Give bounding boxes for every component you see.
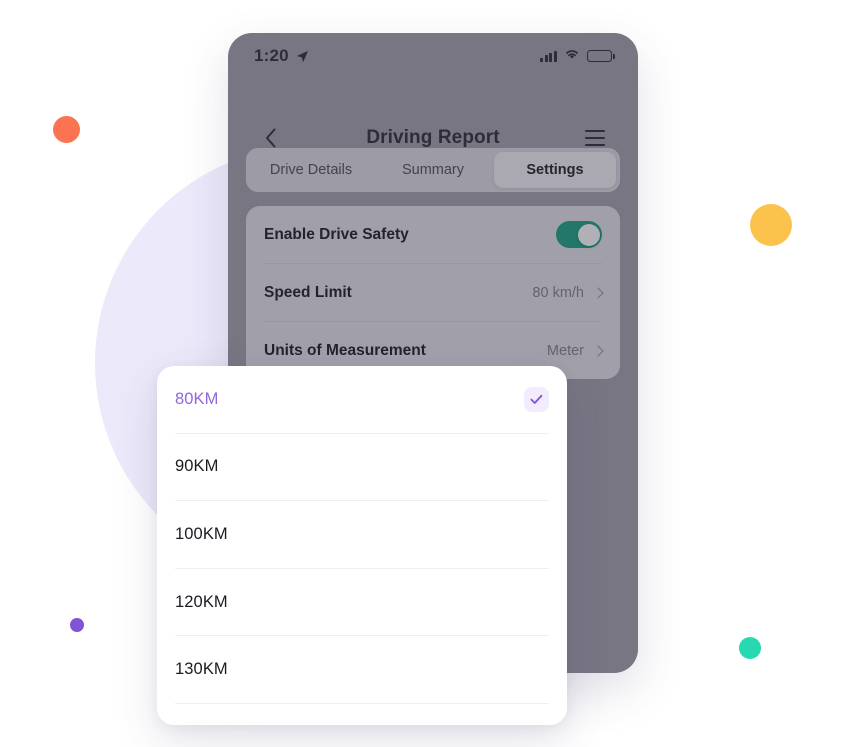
speed-limit-picker-sheet: 80KM 90KM 100KM 120KM 130KM [157,366,567,725]
setting-control: 80 km/h [532,284,604,301]
status-bar: 1:20 [228,33,638,79]
check-icon [524,386,549,412]
picker-option-label: 120KM [175,592,228,611]
wifi-icon [564,47,580,65]
teal-dot-decoration [739,637,761,659]
tab-bar: Drive Details Summary Settings [246,148,620,192]
chevron-right-icon [592,286,604,299]
status-bar-left: 1:20 [254,46,309,66]
picker-option-label: 80KM [175,389,219,408]
settings-card: Enable Drive Safety Speed Limit 80 km/h … [246,206,620,379]
setting-label: Units of Measurement [264,341,426,359]
picker-option-label: 90KM [175,457,219,476]
battery-full-icon [587,50,615,62]
screenshot-canvas: 1:20 Driving Report Drive Details Summar… [0,0,860,747]
cellular-signal-icon [540,50,557,62]
picker-option-130km[interactable]: 130KM [175,636,549,704]
chevron-right-icon [592,344,604,357]
picker-option-120km[interactable]: 120KM [175,569,549,637]
picker-option-80km[interactable]: 80KM [175,366,549,434]
tab-drive-details[interactable]: Drive Details [250,152,372,188]
picker-option-label: 100KM [175,524,228,543]
drive-safety-toggle[interactable] [556,221,602,248]
picker-option-100km[interactable]: 100KM [175,501,549,569]
status-bar-right [540,47,615,65]
setting-label: Speed Limit [264,283,352,301]
page-title: Driving Report [366,127,500,148]
setting-value: 80 km/h [532,284,584,301]
setting-row-enable-drive-safety[interactable]: Enable Drive Safety [264,206,602,264]
setting-control: Meter [546,342,604,359]
orange-dot-decoration [53,116,80,143]
tab-summary[interactable]: Summary [372,152,494,188]
status-time: 1:20 [254,46,289,65]
setting-value: Meter [546,342,584,359]
picker-option-list: 80KM 90KM 100KM 120KM 130KM [175,366,549,704]
setting-control [556,221,602,248]
purple-dot-decoration [70,618,84,632]
picker-option-label: 130KM [175,660,228,679]
setting-row-speed-limit[interactable]: Speed Limit 80 km/h [264,264,604,322]
location-arrow-icon [296,50,309,63]
picker-option-90km[interactable]: 90KM [175,434,549,502]
yellow-dot-decoration [750,204,792,246]
tab-settings[interactable]: Settings [494,152,616,188]
setting-label: Enable Drive Safety [264,225,409,243]
